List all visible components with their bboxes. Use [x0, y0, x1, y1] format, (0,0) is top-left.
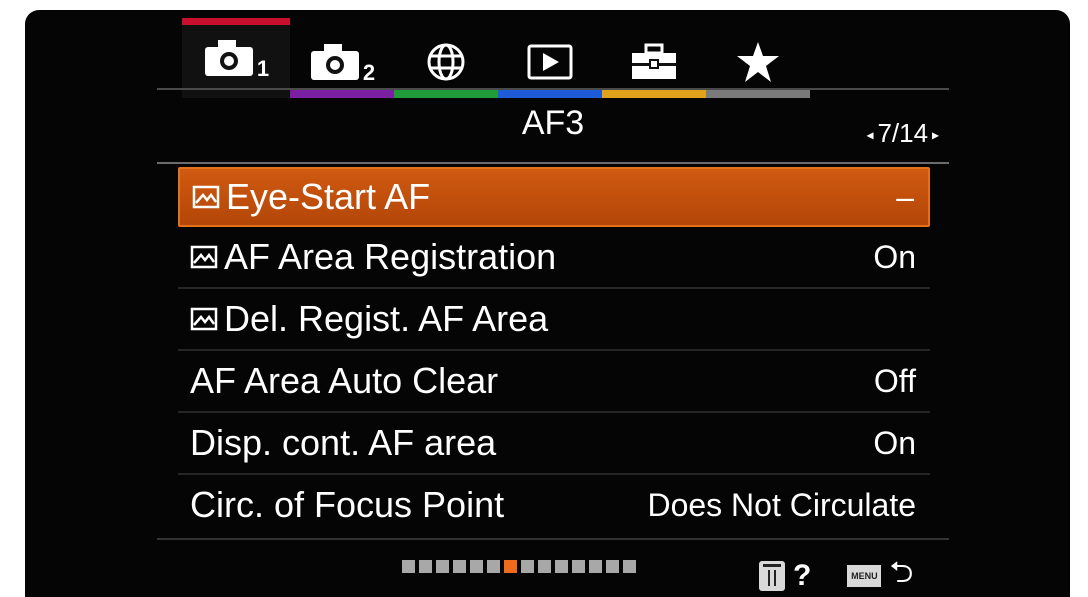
page-dot [606, 560, 619, 573]
item-value: Off [873, 362, 916, 399]
tab-number: 1 [256, 56, 270, 81]
item-value: On [873, 424, 916, 461]
playback-icon [527, 44, 573, 80]
page-dot [623, 560, 636, 573]
footer-divider [157, 538, 949, 540]
page-dot [538, 560, 551, 573]
item-label: Circ. of Focus Point [190, 484, 505, 525]
page-dot [487, 560, 500, 573]
item-label: AF Area Auto Clear [190, 360, 499, 401]
page-number: 7/14 [877, 118, 929, 148]
page-dot [521, 560, 534, 573]
page-dot [436, 560, 449, 573]
menu-item-del-regist-af-area[interactable]: Del. Regist. AF Area [178, 289, 930, 351]
trash-icon[interactable] [759, 560, 785, 591]
page-dots [402, 560, 636, 573]
camera-icon [310, 44, 359, 80]
star-icon [737, 42, 779, 82]
menu-list: Eye-Start AF – AF Area Registration On D… [178, 167, 930, 535]
page-dot [470, 560, 483, 573]
right-arrow-icon: ▸ [928, 126, 939, 143]
camera-icon [204, 40, 253, 76]
af-frame-icon [190, 307, 218, 331]
tab-camera1[interactable]: 1 [182, 18, 290, 98]
menu-button-icon[interactable]: MENU [847, 564, 882, 587]
header-divider [157, 162, 949, 164]
menu-item-eye-start-af[interactable]: Eye-Start AF – [178, 167, 930, 227]
page-title: AF3 [521, 104, 585, 142]
menu-item-circ-of-focus-point[interactable]: Circ. of Focus Point Does Not Circulate [178, 475, 930, 535]
page-dot [555, 560, 568, 573]
item-label: AF Area Registration [224, 236, 557, 277]
page-dot-current [504, 560, 517, 573]
page-dot [419, 560, 432, 573]
item-label: Del. Regist. AF Area [224, 298, 549, 339]
item-label: Eye-Start AF [226, 176, 431, 217]
menu-item-af-area-auto-clear[interactable]: AF Area Auto Clear Off [178, 351, 930, 413]
item-label: Disp. cont. AF area [190, 422, 497, 463]
af-frame-icon [190, 245, 218, 269]
item-value: Does Not Circulate [647, 486, 916, 523]
help-icon[interactable]: ? [793, 559, 811, 593]
tab-number: 2 [362, 60, 376, 85]
page-dot [453, 560, 466, 573]
item-value: – [896, 178, 914, 215]
page-dot [402, 560, 415, 573]
globe-icon [427, 43, 465, 81]
page-indicator[interactable]: ◂ 7/14 ▸ [867, 118, 939, 149]
item-value: On [873, 238, 916, 275]
toolbox-icon [632, 43, 676, 79]
footer-controls: ? MENU ⮌ [759, 550, 913, 597]
back-arrow-icon[interactable]: ⮌ [889, 550, 913, 597]
page-dot [572, 560, 585, 573]
menu-header: AF3 ◂ 7/14 ▸ [157, 90, 949, 162]
menu-item-af-area-registration[interactable]: AF Area Registration On [178, 227, 930, 289]
menu-item-disp-cont-af-area[interactable]: Disp. cont. AF area On [178, 413, 930, 475]
camera-menu-screen: 1 2 AF3 ◂ 7/14 ▸ Eye-Start AF – AF Area … [25, 10, 1070, 597]
left-arrow-icon: ◂ [866, 126, 878, 143]
af-frame-icon [192, 185, 220, 209]
page-dot [589, 560, 602, 573]
